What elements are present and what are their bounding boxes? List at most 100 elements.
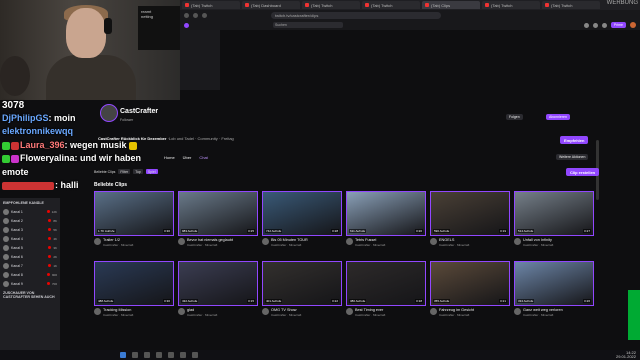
- channel-avatar: [3, 244, 9, 251]
- spotify-icon[interactable]: [192, 352, 198, 358]
- clip-title[interactable]: Tetris Fussel: [355, 238, 425, 242]
- period-dropdown[interactable]: Filter: [118, 169, 131, 174]
- clip-meta: CastCrafter · Minecraft: [187, 313, 218, 317]
- twitch-logo-icon[interactable]: [184, 22, 189, 28]
- clip-channel-avatar[interactable]: [262, 308, 269, 315]
- sort-dropdown[interactable]: Top: [133, 169, 143, 174]
- clip-views: 514 Aufrufe: [517, 229, 535, 233]
- sidebar-channel-item[interactable]: Kanal 1 12K: [0, 207, 60, 216]
- file-explorer-icon[interactable]: [144, 352, 150, 358]
- clip-thumbnail[interactable]: 401 Aufrufe 0:22: [262, 261, 342, 306]
- clip-duration: 0:25: [247, 229, 255, 233]
- clip-title[interactable]: Fahrzeug im Gesicht: [439, 308, 509, 312]
- browser-tab[interactable]: (Tab) Dashboard: [242, 1, 300, 9]
- clip-channel-avatar[interactable]: [514, 308, 521, 315]
- clip-views: 590 Aufrufe: [433, 229, 451, 233]
- clip-thumbnail[interactable]: 380 Aufrufe 0:18: [346, 261, 426, 306]
- clip-channel-avatar[interactable]: [430, 238, 437, 245]
- subscribe-button[interactable]: Abonnieren: [546, 114, 570, 120]
- tab-label: (Tab) Clips: [431, 2, 451, 8]
- tab-chat[interactable]: Chat: [199, 155, 207, 160]
- clip-title[interactable]: ENGELS: [439, 238, 509, 242]
- sidebar-viewers: 5K: [53, 227, 57, 232]
- clip-title[interactable]: Best Timing ever: [355, 308, 425, 312]
- user-avatar[interactable]: [630, 22, 636, 28]
- tab-home[interactable]: Home: [164, 155, 175, 160]
- sidebar-channel-item[interactable]: Kanal 6 2K: [0, 252, 60, 261]
- clip-channel-avatar[interactable]: [346, 238, 353, 245]
- recommend-button[interactable]: Empfehlen: [560, 136, 589, 144]
- chat-user: DjPhilipGS: [2, 113, 49, 123]
- clip-title[interactable]: Bis 05 Minuten TOUR: [271, 238, 341, 242]
- sidebar-channel-item[interactable]: Kanal 4 4K: [0, 234, 60, 243]
- obs-icon[interactable]: [180, 352, 186, 358]
- back-icon[interactable]: [184, 12, 189, 18]
- clip-channel-avatar[interactable]: [94, 308, 101, 315]
- sidebar-channel-item[interactable]: Kanal 7 1K: [0, 261, 60, 270]
- clip-channel-avatar[interactable]: [178, 308, 185, 315]
- clip-channel-avatar[interactable]: [178, 238, 185, 245]
- browser-tab[interactable]: (Tab) Twitch: [542, 1, 600, 9]
- clip-thumbnail[interactable]: 334 Aufrufe 0:26: [514, 261, 594, 306]
- windows-start-icon[interactable]: [120, 352, 126, 358]
- channel-name[interactable]: CastCrafter: [120, 108, 158, 115]
- clip-thumbnail[interactable]: 611 Aufrufe 0:20: [346, 191, 426, 236]
- clip-channel-avatar[interactable]: [514, 238, 521, 245]
- channel-avatar: [3, 280, 9, 287]
- channel-avatar[interactable]: [100, 104, 118, 122]
- clip-thumbnail[interactable]: 432 Aufrufe 0:15: [178, 261, 258, 306]
- webcam-person-2: [0, 56, 30, 96]
- clip-title[interactable]: Unfall von Infinity: [523, 238, 593, 242]
- clip-thumbnail[interactable]: 1.7K Aufrufe 0:30: [94, 191, 174, 236]
- clip-thumbnail[interactable]: 590 Aufrufe 0:19: [430, 191, 510, 236]
- clip-thumbnail[interactable]: 742 Aufrufe 0:28: [262, 191, 342, 236]
- prime-icon[interactable]: [601, 22, 607, 28]
- reload-icon[interactable]: [202, 12, 207, 18]
- create-clip-button[interactable]: Clip erstellen: [566, 168, 600, 176]
- browser-tab-active[interactable]: (Tab) Clips: [422, 1, 480, 9]
- search-input[interactable]: Suchen: [273, 22, 343, 28]
- tab-about[interactable]: Über: [183, 155, 192, 160]
- get-prime-button[interactable]: Prime: [610, 22, 626, 28]
- clip-thumbnail[interactable]: 983 Aufrufe 0:25: [178, 191, 258, 236]
- notifications-icon[interactable]: [583, 22, 589, 28]
- clip-title[interactable]: Tracking Mission: [103, 308, 173, 312]
- clip-title[interactable]: glad: [187, 308, 257, 312]
- sidebar-channel-item[interactable]: Kanal 8 900: [0, 270, 60, 279]
- sidebar-channel-name: Kanal 3: [11, 227, 23, 232]
- forward-icon[interactable]: [193, 12, 198, 18]
- browser-tab[interactable]: (Tab) Twitch: [302, 1, 360, 9]
- discord-icon[interactable]: [168, 352, 174, 358]
- follow-button[interactable]: Folgen: [506, 114, 523, 120]
- browser-tab[interactable]: (Tab) Twitch: [482, 1, 540, 9]
- sidebar-channel-item[interactable]: Kanal 3 5K: [0, 225, 60, 234]
- clip-title[interactable]: OMG TV Show: [271, 308, 341, 312]
- sidebar-channel-item[interactable]: Kanal 9 700: [0, 279, 60, 288]
- more-actions-button[interactable]: Weitere Aktionen: [556, 154, 589, 160]
- browser-tab[interactable]: (Tab) Twitch: [362, 1, 420, 9]
- clip-channel-avatar[interactable]: [94, 238, 101, 245]
- clip-title[interactable]: Bevor hat niemals geglaubt: [187, 238, 257, 242]
- clip-title[interactable]: Ganz weit weg verloren: [523, 308, 593, 312]
- clip-channel-avatar[interactable]: [430, 308, 437, 315]
- clip-thumbnail[interactable]: 355 Aufrufe 0:21: [430, 261, 510, 306]
- channel-tabs: Home Über Chat: [164, 155, 208, 160]
- sidebar-channel-item[interactable]: Kanal 5 3K: [0, 243, 60, 252]
- search-icon[interactable]: [132, 352, 138, 358]
- browser-tab[interactable]: (Tab) Twitch: [182, 1, 240, 9]
- chat-text: moin: [54, 113, 76, 123]
- game-dropdown[interactable]: Spiel: [145, 169, 158, 174]
- filter-label: Beliebte Clips: [94, 169, 116, 174]
- browser-icon[interactable]: [156, 352, 162, 358]
- clip-thumbnail[interactable]: 488 Aufrufe 0:30: [94, 261, 174, 306]
- url-input[interactable]: twitch.tv/castcrafter/clips: [271, 11, 441, 19]
- webcam-face: [66, 8, 106, 58]
- sidebar-channel-item[interactable]: Kanal 2 8K: [0, 216, 60, 225]
- clip-channel-avatar[interactable]: [346, 308, 353, 315]
- system-clock[interactable]: 14:22 29.01.2022: [616, 351, 636, 359]
- whispers-icon[interactable]: [592, 22, 598, 28]
- sidebar-viewers: 2K: [53, 254, 57, 259]
- clip-title[interactable]: Trailer 1/2: [103, 238, 173, 242]
- clip-channel-avatar[interactable]: [262, 238, 269, 245]
- clip-thumbnail[interactable]: 514 Aufrufe 0:27: [514, 191, 594, 236]
